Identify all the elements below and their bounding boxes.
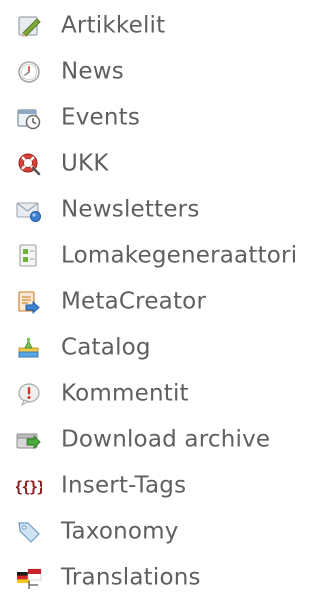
menu-item-kommentit[interactable]: Kommentit xyxy=(0,371,332,417)
metacreator-icon xyxy=(16,289,42,315)
faq-lifebuoy-icon xyxy=(16,151,42,177)
menu-item-artikkelit[interactable]: Artikkelit xyxy=(0,3,332,49)
menu-item-events[interactable]: Events xyxy=(0,95,332,141)
menu-item-ukk[interactable]: UKK xyxy=(0,141,332,187)
menu-item-label: Catalog xyxy=(61,334,151,361)
translations-icon xyxy=(16,565,42,591)
menu-item-lomakegeneraattori[interactable]: Lomakegeneraattori xyxy=(0,233,332,279)
menu-item-label: Taxonomy xyxy=(61,518,179,545)
menu-item-label: MetaCreator xyxy=(61,288,207,315)
menu-item-newsletters[interactable]: Newsletters xyxy=(0,187,332,233)
events-calendar-icon xyxy=(16,105,42,131)
menu-item-label: UKK xyxy=(61,150,109,177)
menu-item-label: Artikkelit xyxy=(61,12,166,39)
comments-icon xyxy=(16,381,42,407)
menu-item-label: Kommentit xyxy=(61,380,189,407)
menu-item-translations[interactable]: Translations xyxy=(0,555,332,601)
menu-item-news[interactable]: News xyxy=(0,49,332,95)
catalog-icon xyxy=(16,335,42,361)
article-pencil-icon xyxy=(16,13,42,39)
news-clock-icon xyxy=(16,59,42,85)
menu-item-download-archive[interactable]: Download archive xyxy=(0,417,332,463)
menu-item-label: Download archive xyxy=(61,426,271,453)
insert-tags-icon: {{}} xyxy=(16,473,42,499)
menu-item-catalog[interactable]: Catalog xyxy=(0,325,332,371)
form-generator-icon xyxy=(16,243,42,269)
svg-text:{{}}: {{}} xyxy=(16,478,42,496)
menu-item-label: Translations xyxy=(61,564,201,591)
menu-item-taxonomy[interactable]: Taxonomy xyxy=(0,509,332,555)
newsletter-envelope-icon xyxy=(16,197,42,223)
menu-item-label: Insert-Tags xyxy=(61,472,187,499)
menu-item-metacreator[interactable]: MetaCreator xyxy=(0,279,332,325)
taxonomy-tag-icon xyxy=(16,519,42,545)
menu-item-label: News xyxy=(61,58,124,85)
menu-item-label: Newsletters xyxy=(61,196,200,223)
menu-item-label: Lomakegeneraattori xyxy=(61,242,298,269)
menu-item-insert-tags[interactable]: {{}} Insert-Tags xyxy=(0,463,332,509)
menu-item-label: Events xyxy=(61,104,141,131)
download-archive-icon xyxy=(16,427,42,453)
